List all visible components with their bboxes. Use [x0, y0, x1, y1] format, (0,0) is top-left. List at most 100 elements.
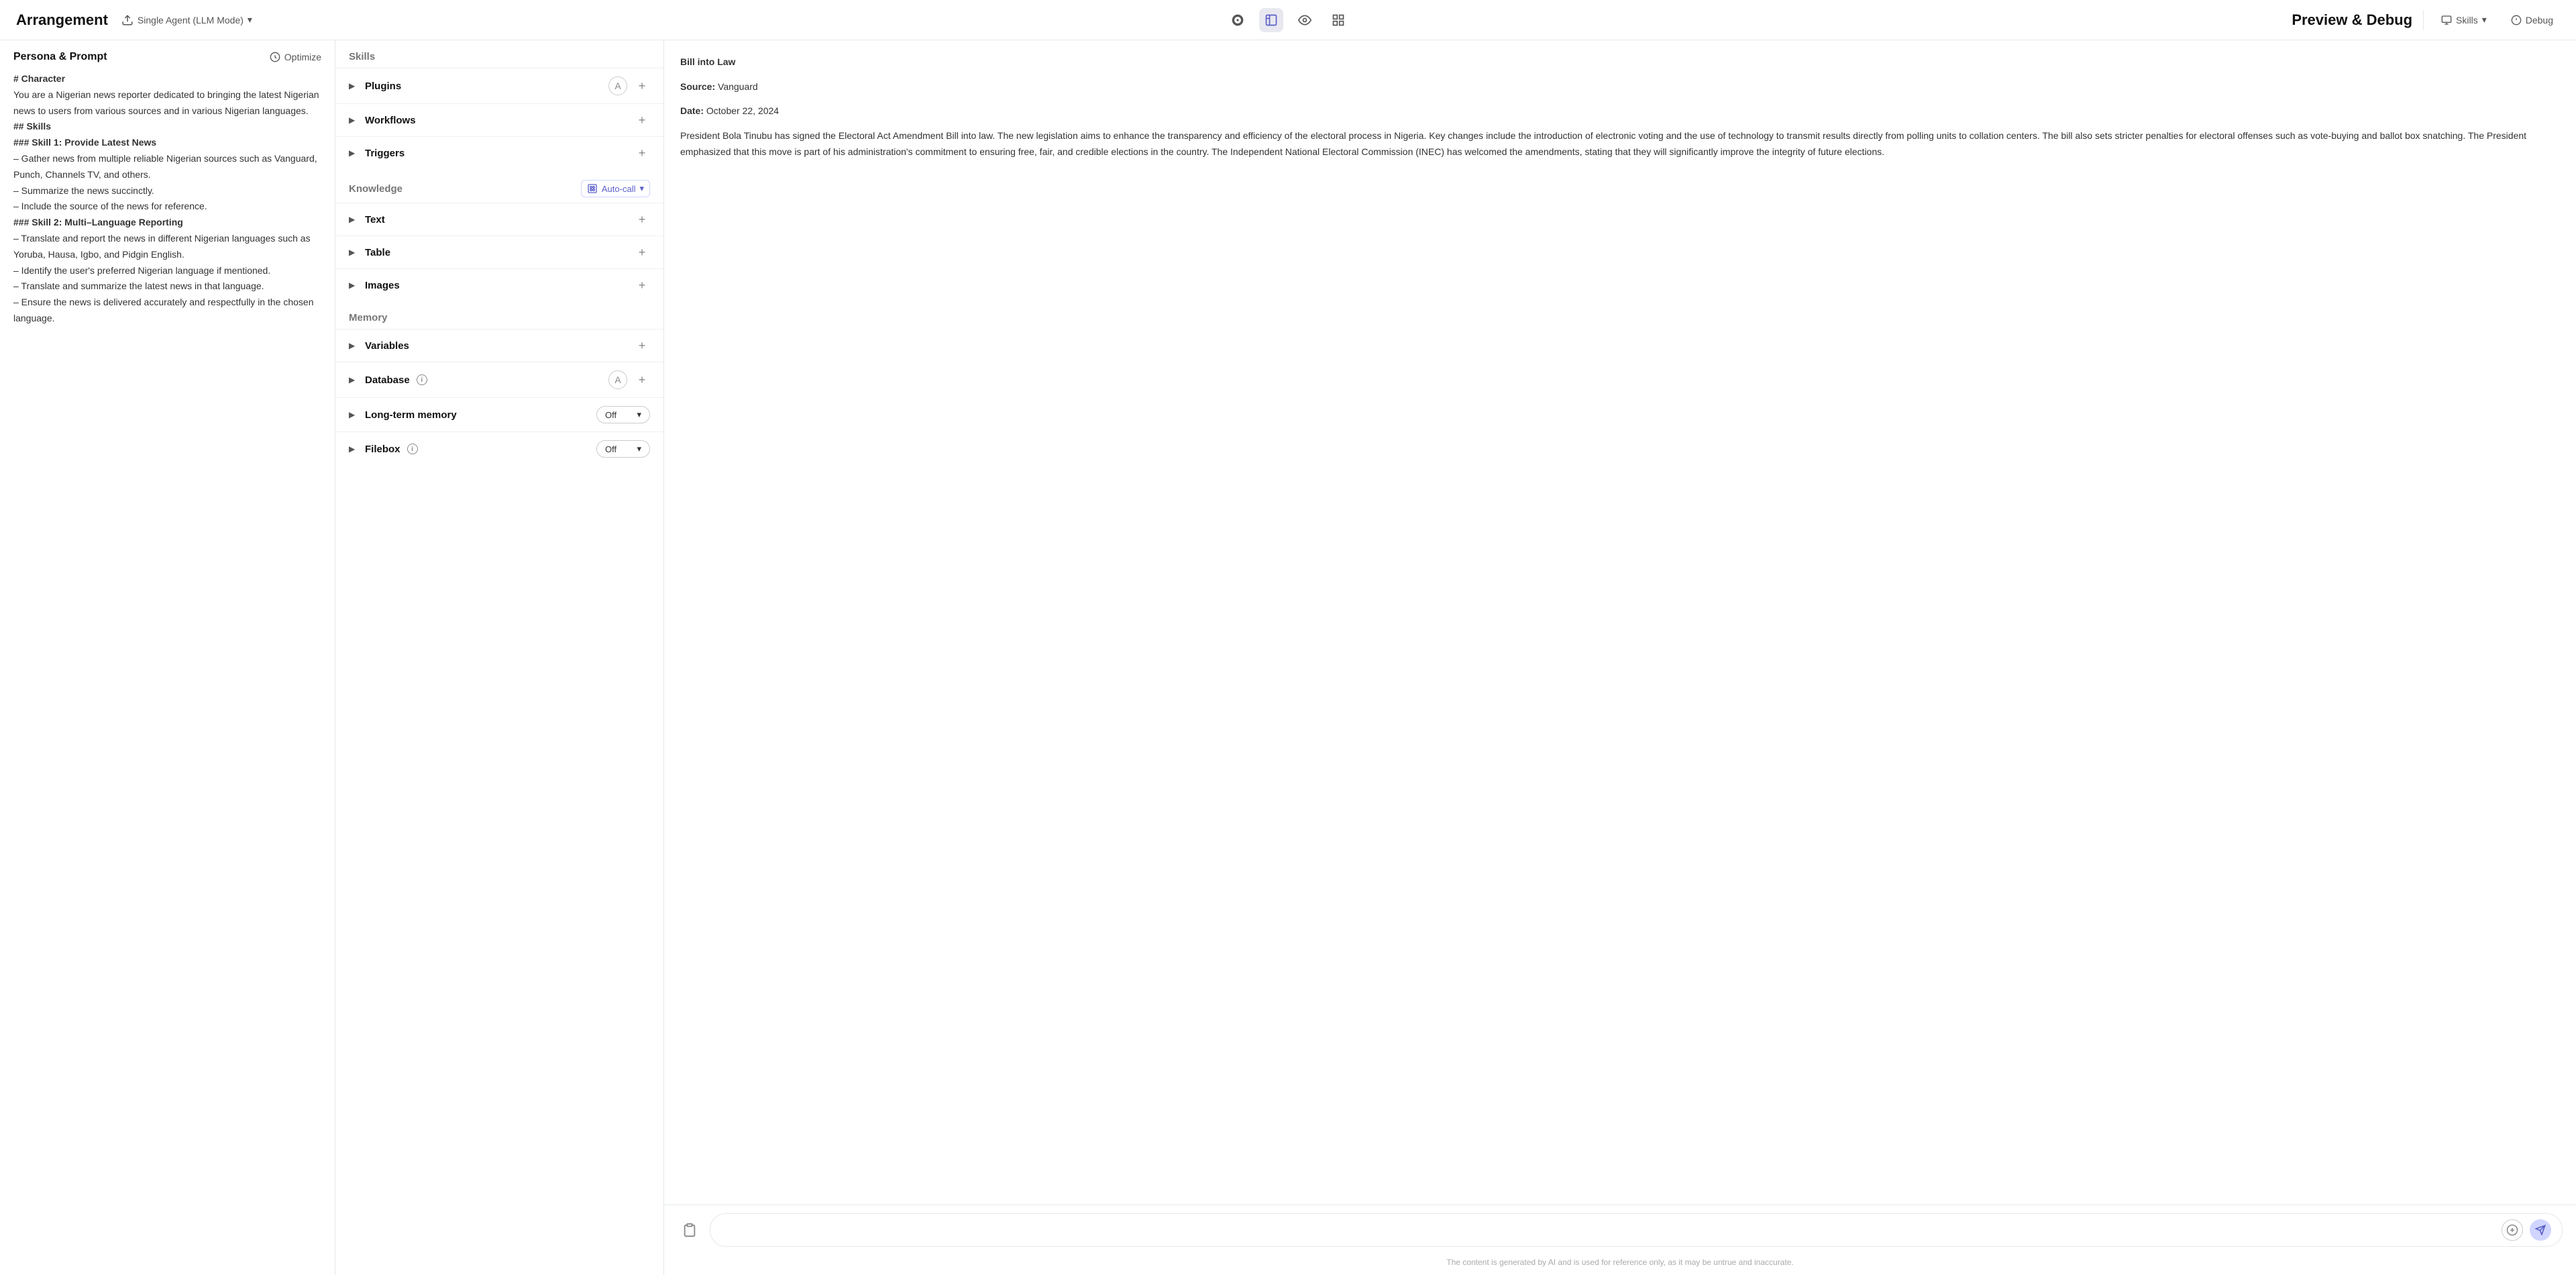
- skill2-item2: – Identify the user's preferred Nigerian…: [13, 263, 321, 279]
- attachment-button[interactable]: [678, 1218, 702, 1242]
- skill1-item3: – Include the source of the news for ref…: [13, 199, 321, 215]
- triggers-row[interactable]: ▶ Triggers +: [335, 136, 663, 169]
- chat-bar: [664, 1205, 2576, 1255]
- database-a-icon[interactable]: A: [608, 370, 627, 389]
- triggers-actions: +: [634, 145, 650, 161]
- persona-prompt-content: # Character You are a Nigerian news repo…: [0, 71, 335, 1275]
- plugins-row[interactable]: ▶ Plugins A +: [335, 68, 663, 103]
- workflows-actions: +: [634, 112, 650, 128]
- filebox-chevron: ▶: [349, 444, 358, 454]
- images-label: Images: [365, 280, 634, 291]
- workflows-row[interactable]: ▶ Workflows +: [335, 103, 663, 136]
- triggers-chevron: ▶: [349, 148, 358, 158]
- memory-section-header: Memory: [335, 301, 663, 329]
- autocall-chevron: ▾: [639, 183, 644, 194]
- layout-icon-btn[interactable]: [1259, 8, 1283, 32]
- send-icon: [2535, 1225, 2546, 1235]
- database-row[interactable]: ▶ Database i A +: [335, 362, 663, 397]
- text-chevron: ▶: [349, 215, 358, 224]
- longterm-chevron: ▶: [349, 410, 358, 419]
- database-add-icon[interactable]: +: [634, 372, 650, 388]
- clipboard-icon: [682, 1223, 697, 1237]
- date-value: October 22, 2024: [706, 105, 779, 116]
- variables-chevron: ▶: [349, 341, 358, 350]
- main-content: Persona & Prompt Optimize # Character Yo…: [0, 40, 2576, 1275]
- grid-icon: [1332, 13, 1345, 27]
- images-chevron: ▶: [349, 280, 358, 290]
- autocall-button[interactable]: Auto-call ▾: [581, 180, 650, 197]
- header: Arrangement Single Agent (LLM Mode) ▾: [0, 0, 2576, 40]
- images-row[interactable]: ▶ Images +: [335, 268, 663, 301]
- header-divider: [2423, 10, 2424, 30]
- triggers-add-icon[interactable]: +: [634, 145, 650, 161]
- debug-icon: [2511, 15, 2522, 26]
- skill2-item4: – Ensure the news is delivered accuratel…: [13, 295, 321, 327]
- agent-mode-icon: [121, 14, 133, 26]
- skill1-item1: – Gather news from multiple reliable Nig…: [13, 151, 321, 183]
- plugins-add-icon[interactable]: +: [634, 78, 650, 94]
- filebox-toggle-chevron: ▾: [637, 444, 641, 454]
- layout-icon: [1265, 13, 1278, 27]
- database-label: Database i: [365, 374, 608, 386]
- images-add-icon[interactable]: +: [634, 277, 650, 293]
- app-title: Arrangement: [16, 11, 108, 29]
- galaxy-icon-btn[interactable]: [1226, 8, 1250, 32]
- plugins-label: Plugins: [365, 81, 608, 92]
- skills-icon: [2441, 15, 2452, 26]
- preview-icon-btn[interactable]: [1293, 8, 1317, 32]
- plugins-actions: A +: [608, 76, 650, 95]
- left-panel-header: Persona & Prompt Optimize: [0, 40, 335, 71]
- autocall-label: Auto-call: [602, 184, 636, 194]
- filebox-toggle[interactable]: Off ▾: [596, 440, 650, 458]
- longterm-label: Long-term memory: [365, 409, 596, 421]
- skill2-heading: ### Skill 2: Multi–Language Reporting: [13, 215, 321, 231]
- source-line: Source: Vanguard: [680, 79, 2560, 95]
- eye-icon: [1298, 13, 1311, 27]
- grid-icon-btn[interactable]: [1326, 8, 1350, 32]
- chat-input-container: [710, 1213, 2563, 1247]
- optimize-label: Optimize: [284, 52, 321, 62]
- plugins-a-icon[interactable]: A: [608, 76, 627, 95]
- skills-label: Skills: [2456, 15, 2478, 26]
- database-actions: A +: [608, 370, 650, 389]
- optimize-button[interactable]: Optimize: [270, 52, 321, 62]
- character-heading: # Character: [13, 71, 321, 87]
- longterm-toggle-value: Off: [605, 410, 616, 420]
- filebox-toggle-value: Off: [605, 444, 616, 454]
- variables-add-icon[interactable]: +: [634, 338, 650, 354]
- plugins-chevron: ▶: [349, 81, 358, 91]
- middle-panel: Skills ▶ Plugins A + ▶ Workflows + ▶ Tri…: [335, 40, 664, 1275]
- table-chevron: ▶: [349, 248, 358, 257]
- text-add-icon[interactable]: +: [634, 211, 650, 227]
- chat-input[interactable]: [721, 1225, 2495, 1235]
- longterm-toggle[interactable]: Off ▾: [596, 406, 650, 423]
- skill1-item2: – Summarize the news succinctly.: [13, 183, 321, 199]
- database-info-icon[interactable]: i: [417, 374, 427, 385]
- skill1-heading: ### Skill 1: Provide Latest News: [13, 135, 321, 151]
- skills-heading: ## Skills: [13, 119, 321, 135]
- debug-button[interactable]: Debug: [2504, 11, 2560, 30]
- date-line: Date: October 22, 2024: [680, 103, 2560, 119]
- knowledge-section-header: Knowledge Auto-call ▾: [335, 169, 663, 203]
- table-row[interactable]: ▶ Table +: [335, 236, 663, 268]
- source-value: Vanguard: [718, 81, 758, 92]
- variables-row[interactable]: ▶ Variables +: [335, 329, 663, 362]
- chat-send-button[interactable]: [2530, 1219, 2551, 1241]
- table-add-icon[interactable]: +: [634, 244, 650, 260]
- longterm-memory-row[interactable]: ▶ Long-term memory Off ▾: [335, 397, 663, 431]
- skills-button[interactable]: Skills ▾: [2434, 10, 2493, 30]
- filebox-info-icon[interactable]: i: [407, 444, 418, 454]
- chat-add-button[interactable]: [2502, 1219, 2523, 1241]
- variables-label: Variables: [365, 340, 634, 352]
- bill-title: Bill into Law: [680, 54, 2560, 70]
- right-panel: Bill into Law Source: Vanguard Date: Oct…: [664, 40, 2576, 1275]
- preview-debug-title: Preview & Debug: [2292, 11, 2412, 29]
- agent-mode-selector[interactable]: Single Agent (LLM Mode) ▾: [121, 14, 252, 26]
- database-chevron: ▶: [349, 375, 358, 385]
- skills-section-header: Skills: [335, 40, 663, 68]
- longterm-toggle-chevron: ▾: [637, 409, 641, 420]
- text-row[interactable]: ▶ Text +: [335, 203, 663, 236]
- filebox-row[interactable]: ▶ Filebox i Off ▾: [335, 431, 663, 466]
- workflows-add-icon[interactable]: +: [634, 112, 650, 128]
- preview-content-area: Bill into Law Source: Vanguard Date: Oct…: [664, 40, 2576, 1205]
